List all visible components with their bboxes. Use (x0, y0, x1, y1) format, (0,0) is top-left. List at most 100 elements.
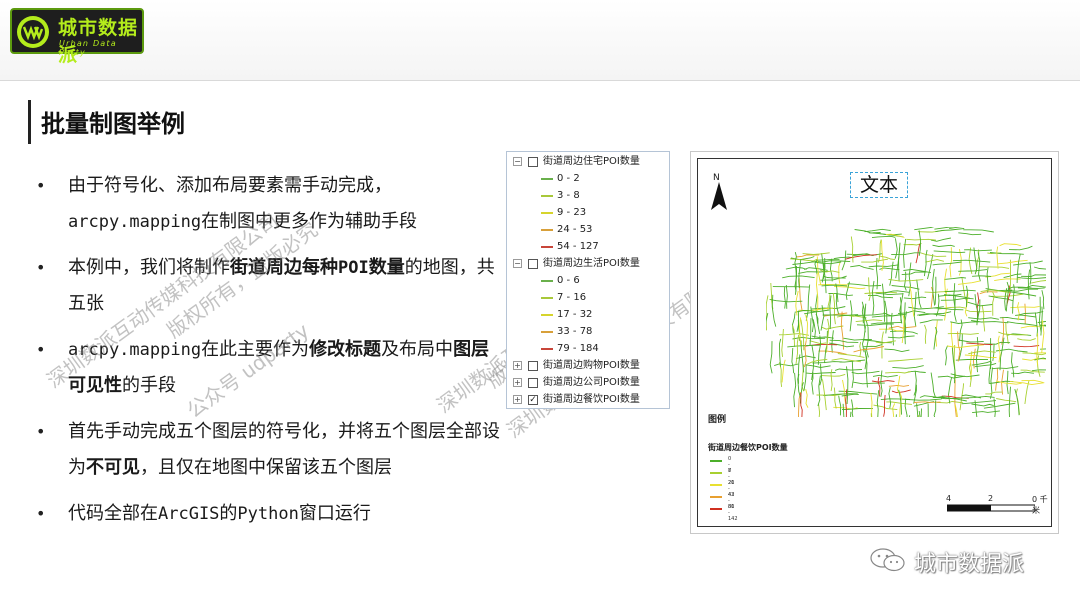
street-segment (930, 372, 936, 398)
street-segment (793, 372, 797, 408)
street-segment (1005, 322, 1009, 344)
bullet-text: ArcGIS (158, 504, 220, 524)
page-title: 批量制图举例 (41, 110, 185, 138)
street-segment (851, 361, 854, 388)
street-segment (781, 328, 784, 357)
street-segment (935, 293, 940, 317)
street-segment (959, 383, 965, 411)
street-segment (772, 286, 810, 288)
bullet-list: 由于符号化、添加布局要素需手动完成，arcpy.mapping在制图中更多作为辅… (36, 168, 506, 542)
bullet-text: POI (338, 258, 369, 278)
bullet-text: 代码全部在 (68, 503, 158, 524)
street-segment (868, 294, 894, 299)
street-segment (904, 398, 908, 417)
street-segment (828, 293, 853, 296)
street-segment (842, 403, 845, 417)
layer-visibility-checkbox[interactable] (528, 378, 538, 388)
street-segment (812, 361, 843, 364)
map-layout-frame: N 文本 图例 街道周边餐饮POI数量 0 - 78 - 20 21 - 42 43… (690, 151, 1059, 534)
street-segment (791, 347, 795, 374)
street-segment (963, 229, 994, 233)
street-segment (950, 321, 980, 324)
class-label: 9 - 23 (557, 207, 587, 218)
layer-visibility-checkbox[interactable] (528, 361, 538, 371)
toc-layer-row[interactable]: − 街道周边住宅POI数量 (507, 154, 667, 169)
street-segment (903, 296, 927, 300)
class-label: 79 - 184 (557, 343, 599, 354)
street-segment (944, 289, 976, 293)
street-segment (993, 398, 996, 417)
scale-label-4: 4 (946, 494, 952, 503)
street-segment (937, 375, 965, 379)
legend-swatch (710, 472, 722, 474)
layer-visibility-checkbox[interactable] (528, 157, 538, 167)
street-segment (817, 375, 821, 407)
street-segment (782, 275, 815, 279)
street-segment (894, 238, 898, 259)
toc-layer-name: 街道周边公司POI数量 (543, 377, 640, 388)
toc-layer-row[interactable]: + 街道周边购物POI数量 (507, 358, 667, 373)
street-segment (841, 250, 847, 271)
class-label: 3 - 8 (557, 190, 580, 201)
street-segment (1017, 302, 1020, 321)
street-segment (944, 277, 967, 280)
street-segment (853, 346, 884, 353)
street-segment (1006, 370, 1009, 395)
street-segment (812, 319, 816, 338)
street-segment (948, 377, 953, 404)
toc-layer-row[interactable]: + ✓ 街道周边餐饮POI数量 (507, 392, 667, 407)
street-segment (996, 246, 999, 269)
layer-visibility-checkbox[interactable]: ✓ (528, 395, 538, 405)
street-segment (1027, 284, 1046, 288)
bullet-item: 本例中，我们将制作街道周边每种POI数量的地图，共五张 (36, 250, 506, 322)
street-segment (892, 403, 896, 417)
street-segment (875, 257, 879, 290)
expand-icon[interactable]: + (513, 361, 522, 370)
toc-layer-row[interactable]: + 街道周边公司POI数量 (507, 375, 667, 390)
street-segment (843, 337, 872, 341)
street-segment (945, 345, 949, 366)
bullet-text: 在制图中更多作为辅助手段 (201, 211, 418, 232)
street-segment (769, 298, 803, 303)
class-label: 54 - 127 (557, 241, 599, 252)
map-title-text[interactable]: 文本 (850, 172, 908, 198)
scale-label-0: 0 千米 (1032, 495, 1048, 515)
street-segment (944, 293, 962, 296)
street-segment (944, 268, 947, 294)
layer-visibility-checkbox[interactable] (528, 259, 538, 269)
street-segment (995, 348, 1028, 353)
street-segment (876, 390, 880, 417)
street-segment (903, 238, 907, 268)
street-segment (798, 278, 803, 311)
bullet-text: arcpy.mapping (68, 340, 202, 360)
bullet-text: 的 (219, 503, 238, 524)
street-map-canvas (766, 227, 1046, 417)
toc-layer-name: 街道周边生活POI数量 (543, 258, 640, 269)
street-segment (868, 277, 871, 301)
expand-icon[interactable]: + (513, 378, 522, 387)
class-swatch (541, 280, 553, 282)
street-segment (795, 334, 800, 364)
street-segment (892, 365, 924, 369)
expand-icon[interactable]: + (513, 395, 522, 404)
street-segment (864, 228, 891, 233)
street-segment (817, 258, 840, 261)
toc-layer-name: 街道周边住宅POI数量 (543, 156, 640, 167)
collapse-icon[interactable]: − (513, 157, 522, 166)
street-segment (785, 285, 788, 309)
street-segment (838, 395, 842, 416)
street-segment (979, 291, 998, 295)
street-segment (974, 294, 979, 326)
bullet-text: 数量 (368, 257, 405, 278)
street-segment (800, 392, 803, 417)
street-segment (834, 368, 863, 371)
street-segment (935, 228, 965, 233)
collapse-icon[interactable]: − (513, 259, 522, 268)
brand-subtitle: Urban Data Party (59, 39, 117, 57)
street-segment (884, 348, 910, 353)
class-label: 7 - 16 (557, 292, 587, 303)
class-label: 0 - 2 (557, 173, 580, 184)
bullet-text: 在此主要作为 (201, 339, 310, 360)
toc-layer-row[interactable]: − 街道周边生活POI数量 (507, 256, 667, 271)
legend-label: 81 - 142 (728, 504, 738, 522)
